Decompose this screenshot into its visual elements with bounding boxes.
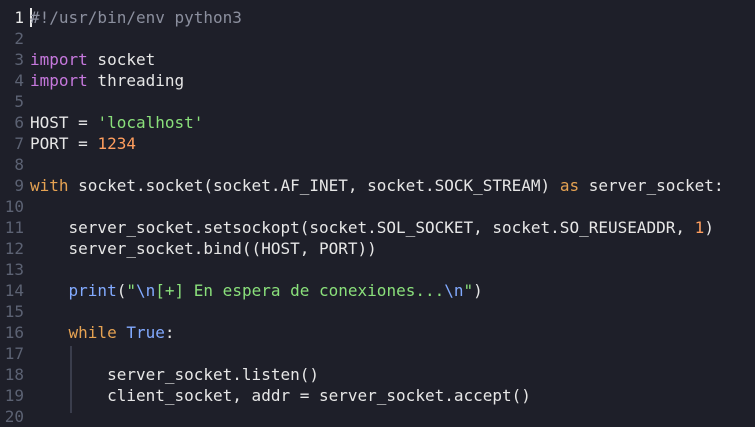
code-token: server_socket.setsockopt(socket.SOL_SOCK… xyxy=(30,218,695,237)
code-token: with xyxy=(30,176,69,195)
line-code: import socket xyxy=(30,49,155,70)
line-code: server_socket.listen() xyxy=(30,364,319,385)
code-token: 1234 xyxy=(97,134,136,153)
line-number: 6 xyxy=(14,113,24,132)
code-token: server_socket.bind((HOST, PORT)) xyxy=(30,239,377,258)
code-token: : xyxy=(164,323,175,342)
code-token: ) xyxy=(704,218,714,237)
code-line[interactable]: 11 server_socket.setsockopt(socket.SOL_S… xyxy=(0,217,755,238)
code-line[interactable]: 5 xyxy=(0,91,755,112)
code-token: server_socket: xyxy=(579,176,724,195)
code-line[interactable]: 10 xyxy=(0,196,755,217)
code-line[interactable]: 1 #!/usr/bin/env python3 xyxy=(0,7,755,28)
code-token: import xyxy=(30,50,88,69)
code-line[interactable]: 16 while True: xyxy=(0,322,755,343)
code-line[interactable]: 15 xyxy=(0,301,755,322)
code-token: " xyxy=(126,281,136,300)
line-number: 1 xyxy=(14,8,24,27)
line-number: 12 xyxy=(4,239,24,258)
code-line[interactable]: 12 server_socket.bind((HOST, PORT)) xyxy=(0,238,755,259)
line-number: 9 xyxy=(14,176,24,195)
line-number: 17 xyxy=(4,344,24,363)
code-line[interactable]: 4 import threading xyxy=(0,70,755,91)
code-token: ( xyxy=(116,281,127,300)
code-line[interactable]: 19 client_socket, addr = server_socket.a… xyxy=(0,385,755,406)
code-token: " xyxy=(463,281,474,300)
code-token: import xyxy=(30,71,88,90)
line-code: HOST = 'localhost' xyxy=(30,112,203,133)
code-line[interactable]: 14 print("\n[+] En espera de conexiones.… xyxy=(0,280,755,301)
code-token: print xyxy=(68,281,117,300)
code-token: ) xyxy=(473,281,483,300)
line-number: 20 xyxy=(4,407,24,426)
line-number: 7 xyxy=(14,134,24,153)
line-code: #!/usr/bin/env python3 xyxy=(30,7,242,28)
code-token: socket.socket(socket.AF_INET, socket.SOC… xyxy=(68,176,560,195)
line-number: 11 xyxy=(4,218,24,237)
line-number: 15 xyxy=(4,302,24,321)
line-number: 18 xyxy=(4,365,24,384)
code-token: as xyxy=(559,176,580,195)
line-number: 3 xyxy=(14,50,24,69)
line-code: import threading xyxy=(30,70,184,91)
line-code: server_socket.setsockopt(socket.SOL_SOCK… xyxy=(30,217,714,238)
code-line[interactable]: 13 xyxy=(0,259,755,280)
code-token: 'localhost' xyxy=(97,113,204,132)
line-code: while True: xyxy=(30,322,175,343)
code-token: \n xyxy=(135,281,156,300)
code-token: socket xyxy=(87,50,156,69)
code-line[interactable]: 9 with socket.socket(socket.AF_INET, sock… xyxy=(0,175,755,196)
code-token: [+] En espera de conexiones... xyxy=(155,281,445,300)
line-code: with socket.socket(socket.AF_INET, socke… xyxy=(30,175,724,196)
line-number: 4 xyxy=(14,71,24,90)
code-line[interactable]: 2 xyxy=(0,28,755,49)
code-token: 1 xyxy=(694,218,705,237)
line-number: 8 xyxy=(14,155,24,174)
line-number: 5 xyxy=(14,92,24,111)
code-line[interactable]: 3 import socket xyxy=(0,49,755,70)
code-token: server_socket.listen() xyxy=(30,365,319,384)
line-code: print("\n[+] En espera de conexiones...\… xyxy=(30,280,483,301)
line-code: PORT = 1234 xyxy=(30,133,136,154)
code-token: threading xyxy=(87,71,185,90)
line-number: 14 xyxy=(4,281,24,300)
line-code: server_socket.bind((HOST, PORT)) xyxy=(30,238,377,259)
code-line[interactable]: 20 xyxy=(0,406,755,427)
code-line[interactable]: 8 xyxy=(0,154,755,175)
code-token: while xyxy=(68,323,117,342)
code-token: True xyxy=(126,323,165,342)
code-token: client_socket, addr = server_socket.acce… xyxy=(30,386,531,405)
code-line[interactable]: 7 PORT = 1234 xyxy=(0,133,755,154)
code-line[interactable]: 18 server_socket.listen() xyxy=(0,364,755,385)
code-editor[interactable]: 1 #!/usr/bin/env python3 2 3 import socket 4 i… xyxy=(0,0,755,426)
line-number: 16 xyxy=(4,323,24,342)
code-token: #!/usr/bin/env python3 xyxy=(30,8,242,27)
line-number: 2 xyxy=(14,29,24,48)
code-token: \n xyxy=(444,281,464,300)
code-line[interactable]: 17 xyxy=(0,343,755,364)
line-number: 10 xyxy=(4,197,24,216)
code-token: HOST = xyxy=(30,113,98,132)
code-token: PORT = xyxy=(30,134,98,153)
line-number: 19 xyxy=(4,386,24,405)
line-code: client_socket, addr = server_socket.acce… xyxy=(30,385,531,406)
line-number: 13 xyxy=(4,260,24,279)
code-line[interactable]: 6 HOST = 'localhost' xyxy=(0,112,755,133)
